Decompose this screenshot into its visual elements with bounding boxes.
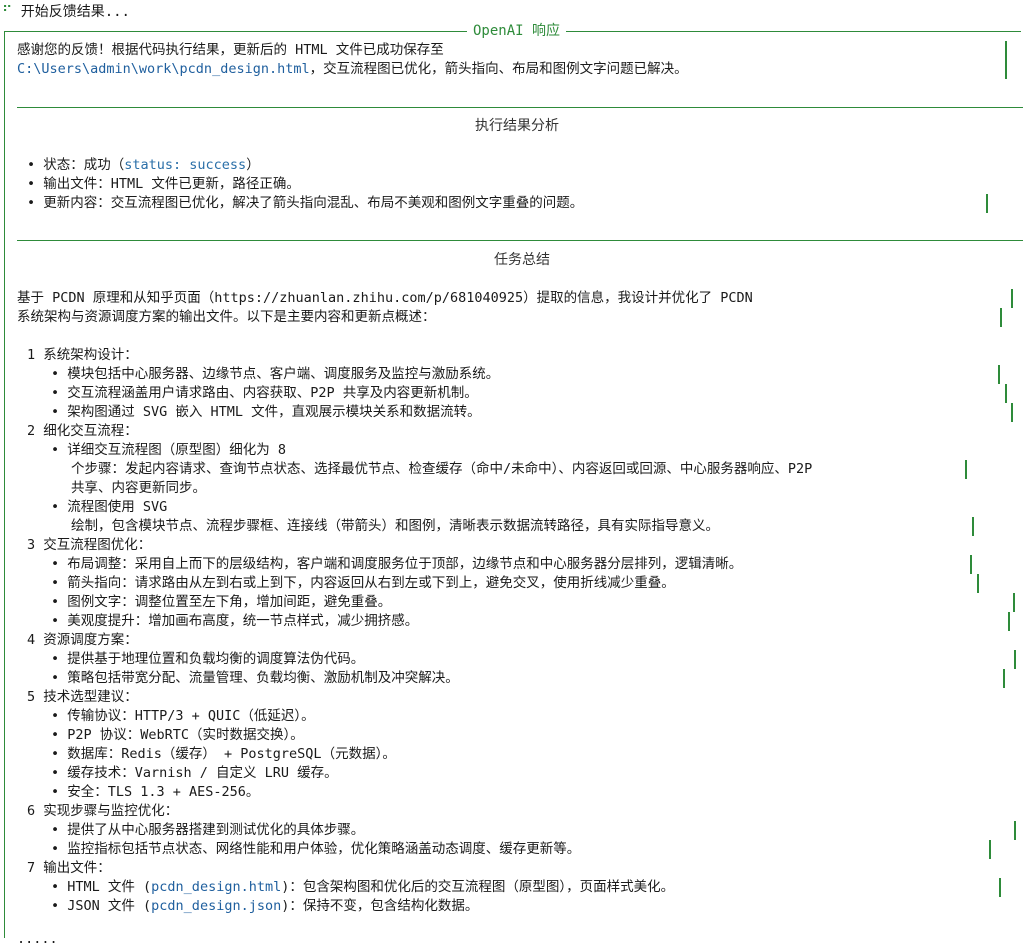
scroll-marker xyxy=(972,517,974,536)
panel-title: OpenAI 响应 xyxy=(467,22,567,40)
intro-line-2: C:\Users\admin\work\pcdn_design.html，交互流… xyxy=(17,61,688,77)
section-divider xyxy=(17,240,1023,241)
scroll-marker xyxy=(977,574,979,593)
list-item: • 数据库：Redis（缓存） + PostgreSQL（元数据）。 xyxy=(51,746,396,762)
panel-left-border xyxy=(4,31,5,938)
scroll-marker xyxy=(999,878,1001,897)
list-item: • JSON 文件 (pcdn_design.json)：保持不变，包含结构化数… xyxy=(51,898,479,914)
spinner-icon: ⠋ xyxy=(2,4,13,20)
list-item: • 交互流程涵盖用户请求路由、内容获取、P2P 共享及内容更新机制。 xyxy=(51,385,478,401)
scroll-marker xyxy=(1014,650,1016,669)
section-title: 5 技术选型建议： xyxy=(27,689,138,705)
file-link[interactable]: pcdn_design.html xyxy=(151,879,281,895)
scroll-marker xyxy=(998,365,1000,384)
list-item: • 提供基于地理位置和负载均衡的调度算法伪代码。 xyxy=(51,651,365,667)
file-path[interactable]: C:\Users\admin\work\pcdn_design.html xyxy=(17,61,310,77)
summary-para-2: 系统架构与资源调度方案的输出文件。以下是主要内容和更新点概述： xyxy=(17,309,436,325)
section-title: 4 资源调度方案： xyxy=(27,632,138,648)
list-item: • 架构图通过 SVG 嵌入 HTML 文件，直观展示模块关系和数据流转。 xyxy=(51,404,481,420)
list-item: • 传输协议：HTTP/3 + QUIC（低延迟）。 xyxy=(51,708,315,724)
list-item: • 布局调整：采用自上而下的层级结构，客户端和调度服务位于顶部，边缘节点和中心服… xyxy=(51,556,743,572)
list-item: • 美观度提升：增加画布高度，统一节点样式，减少拥挤感。 xyxy=(51,613,419,629)
list-item: • 安全：TLS 1.3 + AES-256。 xyxy=(51,784,260,800)
section-title: 1 系统架构设计： xyxy=(27,347,138,363)
scroll-marker xyxy=(1014,821,1016,840)
status-text: 开始反馈结果... xyxy=(20,4,130,20)
scroll-marker xyxy=(1005,41,1007,79)
summary-heading: 任务总结 xyxy=(494,252,550,268)
scroll-marker xyxy=(1011,289,1013,308)
list-item: • 策略包括带宽分配、流量管理、负载均衡、激励机制及冲突解决。 xyxy=(51,670,459,686)
list-item: • 状态：成功（status: success） xyxy=(27,157,260,173)
scroll-marker xyxy=(1005,384,1007,403)
section-title: 2 细化交互流程： xyxy=(27,423,138,439)
scroll-marker xyxy=(986,194,988,213)
scroll-marker xyxy=(1003,669,1005,688)
list-item: • 提供了从中心服务器搭建到测试优化的具体步骤。 xyxy=(51,822,365,838)
list-item: • 图例文字：调整位置至左下角，增加间距，避免重叠。 xyxy=(51,594,392,610)
scroll-marker xyxy=(1008,612,1010,631)
section-divider xyxy=(17,107,1023,108)
scroll-marker xyxy=(1000,308,1002,327)
summary-para-1: 基于 PCDN 原理和从知乎页面（https://zhuanlan.zhihu.… xyxy=(17,290,753,306)
list-item-continuation: 共享、内容更新同步。 xyxy=(71,480,206,496)
section-title: 6 实现步骤与监控优化： xyxy=(27,803,179,819)
scroll-marker xyxy=(989,840,991,859)
analysis-heading: 执行结果分析 xyxy=(475,118,559,134)
file-link[interactable]: pcdn_design.json xyxy=(151,898,281,914)
list-item: • 更新内容：交互流程图已优化，解决了箭头指向混乱、布局不美观和图例文字重叠的问… xyxy=(27,195,584,211)
scroll-marker xyxy=(970,555,972,574)
list-item-continuation: 绘制，包含模块节点、流程步骤框、连接线（带箭头）和图例，清晰表示数据流转路径，具… xyxy=(71,518,719,534)
list-item: • 输出文件：HTML 文件已更新，路径正确。 xyxy=(27,176,300,192)
scroll-marker xyxy=(1011,403,1013,422)
list-item: • 箭头指向：请求路由从左到右或上到下，内容返回从右到左或下到上，避免交叉，使用… xyxy=(51,575,675,591)
status-line: ⠋ 开始反馈结果... xyxy=(2,3,130,22)
list-item: • 监控指标包括节点状态、网络性能和用户体验，优化策略涵盖动态调度、缓存更新等。 xyxy=(51,841,581,857)
list-item: • P2P 协议：WebRTC（实时数据交换）。 xyxy=(51,727,304,743)
list-item: • 详细交互流程图（原型图）细化为 8 xyxy=(51,442,287,458)
truncated-line: ..... xyxy=(17,931,58,947)
list-item-continuation: 个步骤：发起内容请求、查询节点状态、选择最优节点、检查缓存（命中/未命中）、内容… xyxy=(71,461,813,477)
section-title: 3 交互流程图优化： xyxy=(27,537,152,553)
scroll-marker xyxy=(1013,593,1015,612)
list-item: • 缓存技术：Varnish / 自定义 LRU 缓存。 xyxy=(51,765,338,781)
section-title: 7 输出文件： xyxy=(27,860,111,876)
list-item: • 流程图使用 SVG xyxy=(51,499,168,515)
list-item: • 模块包括中心服务器、边缘节点、客户端、调度服务及监控与激励系统。 xyxy=(51,366,500,382)
list-item: • HTML 文件 (pcdn_design.html)：包含架构图和优化后的交… xyxy=(51,879,675,895)
intro-line-1: 感谢您的反馈！根据代码执行结果，更新后的 HTML 文件已成功保存至 xyxy=(17,42,444,58)
scroll-marker xyxy=(965,460,967,479)
